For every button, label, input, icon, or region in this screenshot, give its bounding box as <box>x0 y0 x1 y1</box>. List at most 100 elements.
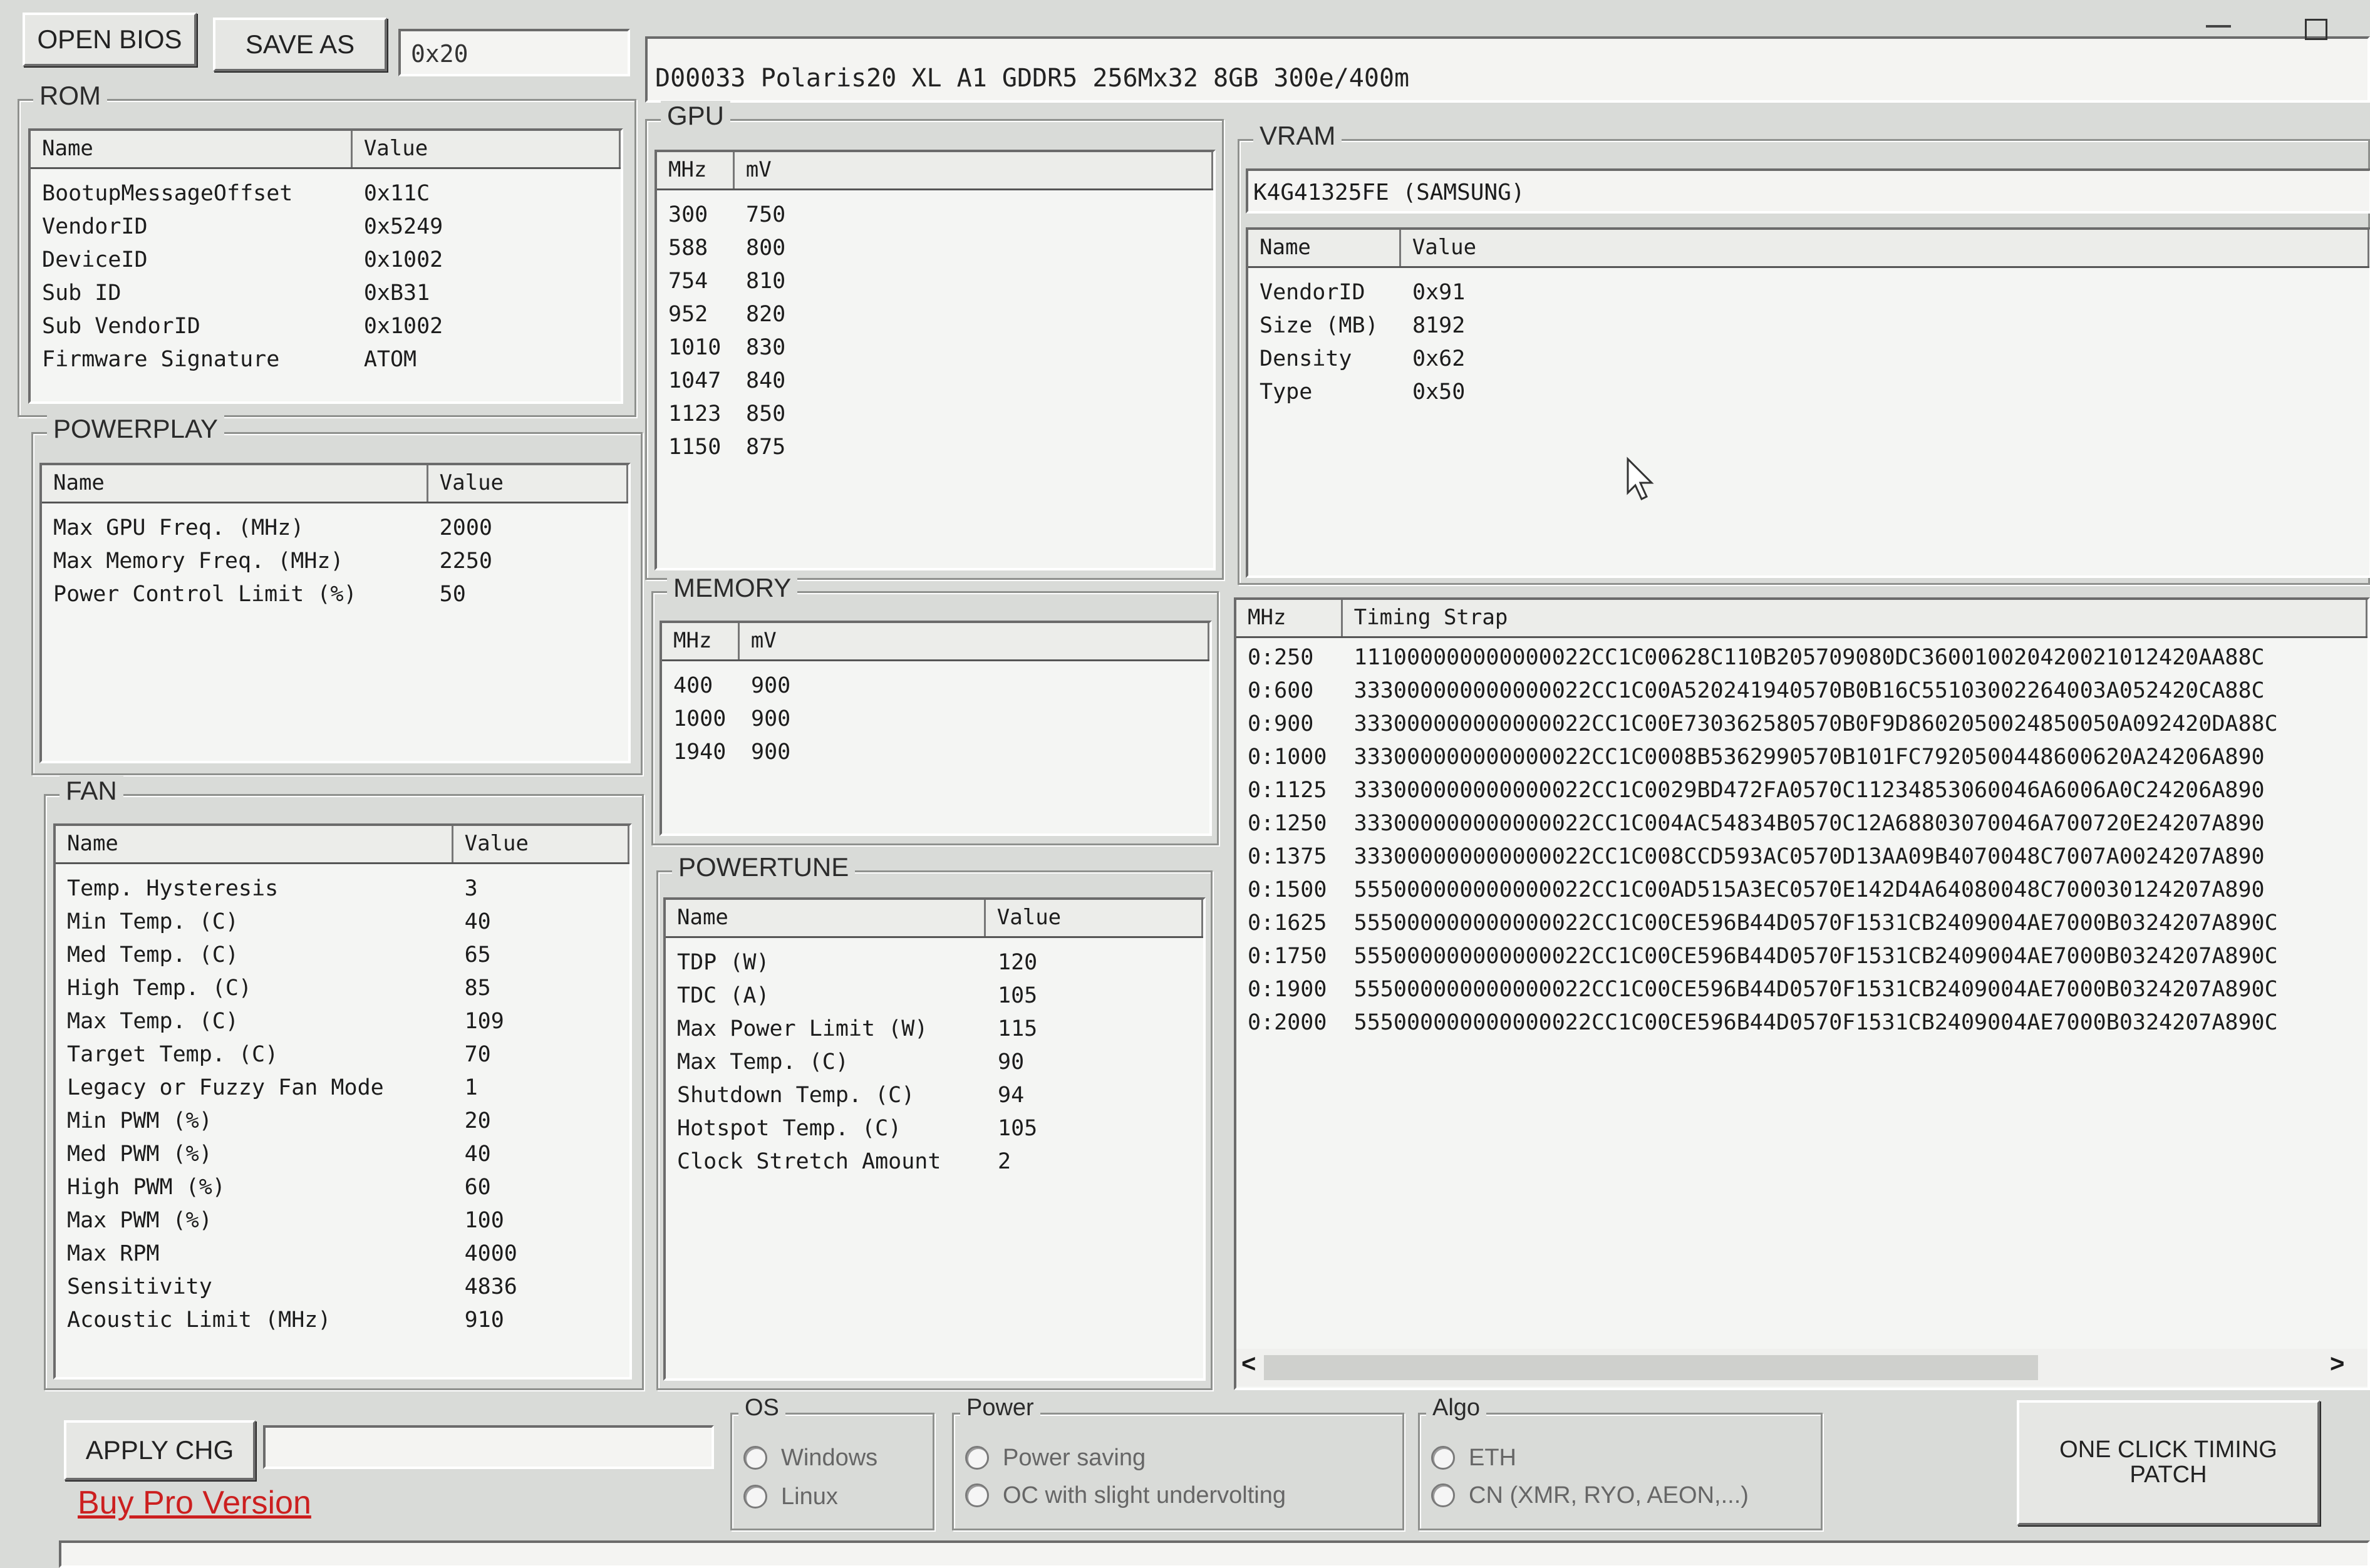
fan-row[interactable]: Min PWM (%) 20 <box>56 1104 629 1137</box>
one-click-timing-patch-button[interactable]: ONE CLICK TIMING PATCH <box>2017 1400 2320 1525</box>
powerplay-col-value[interactable]: Value <box>428 465 628 502</box>
timings-row[interactable]: 0:1500 555000000000000022CC1C00AD515A3EC0… <box>1236 873 2367 906</box>
os-radio-windows[interactable]: Windows <box>743 1440 877 1476</box>
save-as-button[interactable]: SAVE AS <box>213 18 387 71</box>
timings-row[interactable]: 0:1900 555000000000000022CC1C00CE596B44D0… <box>1236 972 2367 1006</box>
gpu-row[interactable]: 754 810 <box>657 264 1213 297</box>
fan-list[interactable]: Name Value Temp. Hysteresis 3 Min Temp. (C… <box>53 823 632 1380</box>
vram-row[interactable]: Size (MB) 8192 <box>1248 309 2369 342</box>
maximize-icon[interactable] <box>2305 19 2327 40</box>
powertune-row[interactable]: Clock Stretch Amount 2 <box>666 1145 1203 1178</box>
timings-row[interactable]: 0:600 333000000000000022CC1C00A5202419405… <box>1236 674 2367 707</box>
vram-module-select[interactable]: K4G41325FE (SAMSUNG) <box>1246 168 2370 214</box>
fan-col-value[interactable]: Value <box>453 826 629 862</box>
fan-row[interactable]: Max PWM (%) 100 <box>56 1204 629 1237</box>
gpu-row[interactable]: 300 750 <box>657 198 1213 231</box>
timings-row[interactable]: 0:900 333000000000000022CC1C00E7303625805… <box>1236 707 2367 740</box>
vram-row[interactable]: VendorID 0x91 <box>1248 276 2369 309</box>
powertune-col-name[interactable]: Name <box>666 900 986 936</box>
timing-list[interactable]: MHz Timing Strap 0:250 111000000000000022… <box>1234 597 2370 1390</box>
algo-radio-cn[interactable]: CN (XMR, RYO, AEON,...) <box>1431 1477 1749 1514</box>
fan-col-name[interactable]: Name <box>56 826 453 862</box>
memory-list[interactable]: MHz mV 400 900 1000 900 1940 900 <box>660 621 1212 836</box>
rom-row[interactable]: VendorID 0x5249 <box>31 210 621 243</box>
powertune-row[interactable]: TDP (W) 120 <box>666 946 1203 979</box>
rom-row[interactable]: BootupMessageOffset 0x11C <box>31 177 621 210</box>
fan-row[interactable]: Med Temp. (C) 65 <box>56 938 629 971</box>
gpu-row[interactable]: 588 800 <box>657 231 1213 264</box>
fan-row[interactable]: High PWM (%) 60 <box>56 1170 629 1204</box>
memory-col-mv[interactable]: mV <box>740 623 1209 659</box>
gpu-row[interactable]: 1010 830 <box>657 331 1213 364</box>
powertune-row[interactable]: TDC (A) 105 <box>666 979 1203 1012</box>
timings-row[interactable]: 0:1750 555000000000000022CC1C00CE596B44D0… <box>1236 939 2367 972</box>
powertune-row[interactable]: Max Power Limit (W) 115 <box>666 1012 1203 1045</box>
apply-field[interactable] <box>263 1425 714 1469</box>
fan-row[interactable]: Med PWM (%) 40 <box>56 1137 629 1170</box>
scroll-right-icon[interactable]: > <box>2330 1350 2344 1378</box>
power-radio-saving[interactable]: Power saving <box>965 1440 1146 1476</box>
fan-row[interactable]: Temp. Hysteresis 3 <box>56 872 629 905</box>
powerplay-col-name[interactable]: Name <box>42 465 428 502</box>
timings-row[interactable]: 0:250 111000000000000022CC1C00628C110B205… <box>1236 641 2367 674</box>
memory-row[interactable]: 1000 900 <box>662 702 1209 735</box>
gpu-list[interactable]: MHz mV 300 750 588 800 754 810 952 820 1010 830 10… <box>655 150 1216 570</box>
open-bios-button[interactable]: OPEN BIOS <box>23 13 197 66</box>
bios-info-field[interactable]: D00033 Polaris20 XL A1 GDDR5 256Mx32 8GB… <box>645 36 2370 103</box>
fan-row[interactable]: Acoustic Limit (MHz) 910 <box>56 1303 629 1336</box>
vram-row[interactable]: Type 0x50 <box>1248 375 2369 408</box>
timings-row[interactable]: 0:1375 333000000000000022CC1C008CCD593AC0… <box>1236 840 2367 873</box>
powertune-col-value[interactable]: Value <box>986 900 1203 936</box>
rom-row[interactable]: Firmware Signature ATOM <box>31 343 621 376</box>
fan-row[interactable]: Target Temp. (C) 70 <box>56 1038 629 1071</box>
fan-row[interactable]: Legacy or Fuzzy Fan Mode 1 <box>56 1071 629 1104</box>
vram-col-name[interactable]: Name <box>1248 230 1401 266</box>
algo-radio-eth[interactable]: ETH <box>1431 1440 1516 1476</box>
rom-row[interactable]: Sub VendorID 0x1002 <box>31 309 621 343</box>
buy-pro-link[interactable]: Buy Pro Version <box>78 1484 311 1522</box>
vram-list[interactable]: Name Value VendorID 0x91 Size (MB) 8192 Dens… <box>1246 227 2370 578</box>
gpu-col-mv[interactable]: mV <box>735 152 1213 188</box>
rom-col-name[interactable]: Name <box>31 131 353 167</box>
rom-row[interactable]: Sub ID 0xB31 <box>31 276 621 309</box>
memory-row[interactable]: 400 900 <box>662 669 1209 702</box>
gpu-row[interactable]: 952 820 <box>657 297 1213 331</box>
scroll-thumb[interactable] <box>1264 1355 2038 1380</box>
powerplay-row[interactable]: Max Memory Freq. (MHz) 2250 <box>42 544 628 577</box>
rom-list[interactable]: Name Value BootupMessageOffset 0x11C Vendo… <box>28 128 623 404</box>
os-radio-linux[interactable]: Linux <box>743 1478 838 1515</box>
apply-chg-button[interactable]: APPLY CHG <box>64 1420 256 1480</box>
timing-hscrollbar[interactable]: < > <box>1236 1349 2367 1386</box>
timing-col-strap[interactable]: Timing Strap <box>1343 600 2367 636</box>
fan-row[interactable]: High Temp. (C) 85 <box>56 971 629 1004</box>
gpu-row[interactable]: 1047 840 <box>657 364 1213 397</box>
fan-row[interactable]: Max RPM 4000 <box>56 1237 629 1270</box>
gpu-row[interactable]: 1123 850 <box>657 397 1213 430</box>
timing-col-mhz[interactable]: MHz <box>1236 600 1343 636</box>
powertune-row[interactable]: Shutdown Temp. (C) 94 <box>666 1078 1203 1112</box>
fan-row[interactable]: Sensitivity 4836 <box>56 1270 629 1303</box>
timings-row[interactable]: 0:1000 333000000000000022CC1C0008B5362990… <box>1236 740 2367 773</box>
gpu-col-mhz[interactable]: MHz <box>657 152 735 188</box>
fan-row[interactable]: Max Temp. (C) 109 <box>56 1004 629 1038</box>
gpu-row[interactable]: 1150 875 <box>657 430 1213 463</box>
powertune-list[interactable]: Name Value TDP (W) 120 TDC (A) 105 Max Power… <box>663 897 1206 1381</box>
timings-row[interactable]: 0:1625 555000000000000022CC1C00CE596B44D0… <box>1236 906 2367 939</box>
vram-col-value[interactable]: Value <box>1401 230 2369 266</box>
rom-row[interactable]: DeviceID 0x1002 <box>31 243 621 276</box>
memory-row[interactable]: 1940 900 <box>662 735 1209 768</box>
vram-row[interactable]: Density 0x62 <box>1248 342 2369 375</box>
minimize-icon[interactable] <box>2206 25 2231 28</box>
memory-col-mhz[interactable]: MHz <box>662 623 740 659</box>
timings-row[interactable]: 0:2000 555000000000000022CC1C00CE596B44D0… <box>1236 1006 2367 1039</box>
powerplay-row[interactable]: Max GPU Freq. (MHz) 2000 <box>42 511 628 544</box>
timings-row[interactable]: 0:1250 333000000000000022CC1C004AC54834B0… <box>1236 807 2367 840</box>
timings-row[interactable]: 0:1125 333000000000000022CC1C0029BD472FA0… <box>1236 773 2367 807</box>
powerplay-row[interactable]: Power Control Limit (%) 50 <box>42 577 628 611</box>
powertune-row[interactable]: Max Temp. (C) 90 <box>666 1045 1203 1078</box>
offset-field[interactable]: 0x20 <box>398 29 630 76</box>
fan-row[interactable]: Min Temp. (C) 40 <box>56 905 629 938</box>
power-radio-oc[interactable]: OC with slight undervolting <box>965 1477 1286 1514</box>
scroll-left-icon[interactable]: < <box>1241 1350 1256 1378</box>
powerplay-list[interactable]: Name Value Max GPU Freq. (MHz) 2000 Max Me… <box>39 463 631 763</box>
